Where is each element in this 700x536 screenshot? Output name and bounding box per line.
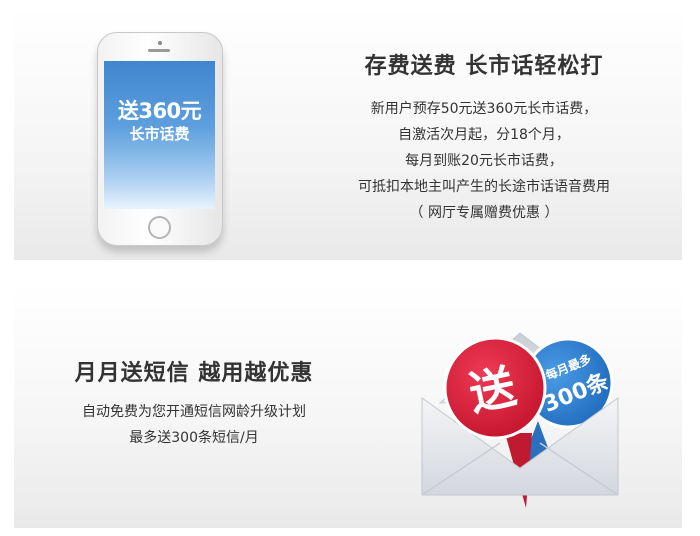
phone-speaker	[148, 49, 170, 52]
promo-panel-prestore: 送360元 长市话费 存费送费 长市话轻松打 新用户预存50元送360元长市话费…	[14, 8, 682, 260]
phone-camera	[158, 41, 162, 45]
promo1-title: 存费送费 长市话轻松打	[364, 54, 604, 79]
promo2-line: 自动免费为您开通短信网龄升级计划	[82, 404, 306, 420]
phone-screen-offer-type: 长市话费	[129, 125, 190, 143]
promo2-title: 月月送短信 越用越优惠	[74, 361, 314, 386]
envelope-illustration: 送 每月最多 300条	[421, 332, 619, 508]
promo1-line: 自激活次月起，分18个月，	[398, 127, 570, 143]
promo2-line: 最多送300条短信/月	[129, 430, 259, 446]
promo1-line: （ 网厅专属赠费优惠 ）	[409, 205, 559, 221]
promo1-description: 新用户预存50元送360元长市话费， 自激活次月起，分18个月， 每月到账20元…	[304, 96, 664, 226]
promo1-line: 新用户预存50元送360元长市话费，	[370, 101, 598, 117]
promo2-description: 自动免费为您开通短信网龄升级计划 最多送300条短信/月	[34, 399, 354, 451]
phone-illustration: 送360元 长市话费	[97, 32, 223, 246]
promo1-line: 可抵扣本地主叫产生的长途市话语音费用	[358, 179, 610, 195]
promo1-line: 每月到账20元长市话费，	[405, 153, 563, 169]
promo-panel-sms: 月月送短信 越用越优惠 自动免费为您开通短信网龄升级计划 最多送300条短信/月	[14, 283, 682, 528]
phone-home-button	[148, 216, 171, 239]
phone-screen-offer: 送360元	[117, 99, 202, 123]
phone-screen: 送360元 长市话费	[104, 61, 215, 209]
